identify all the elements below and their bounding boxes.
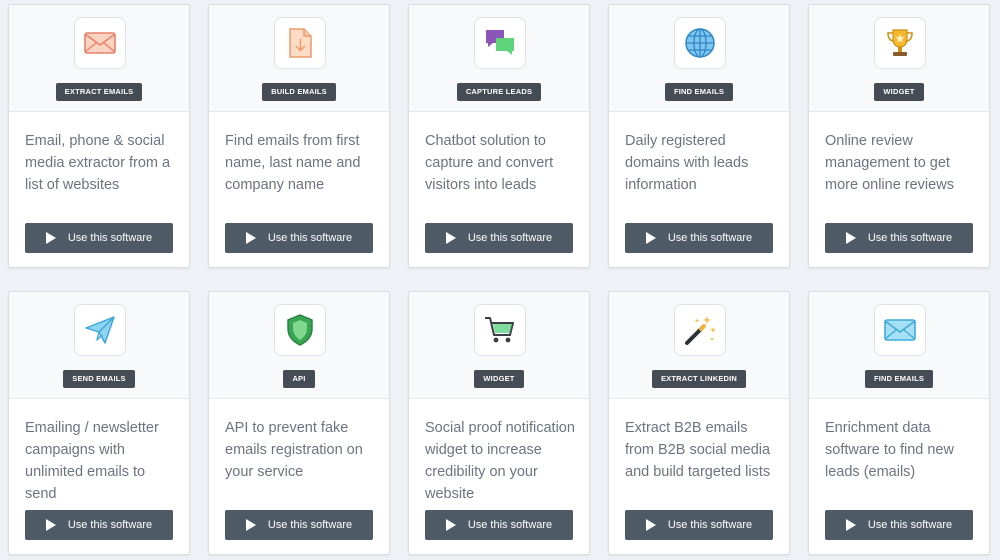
icon-box [674, 304, 726, 356]
category-badge: WIDGET [874, 83, 924, 101]
category-badge: CAPTURE LEADS [456, 83, 542, 101]
use-software-button[interactable]: Use this software [25, 510, 173, 540]
magic-wand-icon [685, 316, 716, 345]
software-card-capture-leads: CAPTURE LEADS Chatbot solution to captur… [408, 4, 590, 268]
category-badge: EXTRACT EMAILS [55, 83, 143, 101]
icon-box [674, 17, 726, 69]
play-icon [45, 232, 56, 244]
card-description: Email, phone & social media extractor fr… [25, 133, 171, 193]
software-card-send-emails: SEND EMAILS Emailing / newsletter campai… [8, 291, 190, 555]
card-description: Online review management to get more onl… [825, 133, 954, 193]
software-card-widget-reviews: WIDGET Online review management to get m… [808, 4, 990, 268]
button-label: Use this software [67, 232, 153, 244]
software-card-widget-social-proof: WIDGET Social proof notification widget … [408, 291, 590, 555]
card-description: Enrichment data software to find new lea… [825, 420, 954, 480]
card-description: Extract B2B emails from B2B social media… [625, 420, 771, 480]
card-description: Emailing / newsletter campaigns with unl… [25, 420, 159, 502]
button-label: Use this software [467, 519, 553, 531]
category-badge: FIND EMAILS [864, 370, 934, 388]
card-header: WIDGET [409, 292, 589, 399]
play-icon [445, 519, 456, 531]
card-header: EXTRACT LINKEDIN [609, 292, 789, 399]
chat-bubbles-icon [486, 30, 514, 55]
icon-box [874, 304, 926, 356]
play-icon [645, 519, 656, 531]
software-card-build-emails: BUILD EMAILS Find emails from first name… [208, 4, 390, 268]
software-card-api: API API to prevent fake emails registrat… [208, 291, 390, 555]
envelope-icon [84, 32, 116, 54]
use-software-button[interactable]: Use this software [625, 223, 773, 253]
button-label: Use this software [867, 519, 953, 531]
icon-box [274, 17, 326, 69]
button-label: Use this software [267, 519, 353, 531]
use-software-button[interactable]: Use this software [625, 510, 773, 540]
category-badge: FIND EMAILS [664, 83, 734, 101]
play-icon [245, 232, 256, 244]
software-card-extract-linkedin: EXTRACT LINKEDIN Extract B2B emails from… [608, 291, 790, 555]
card-description: API to prevent fake emails registration … [225, 420, 363, 480]
trophy-icon [887, 29, 913, 56]
use-software-button[interactable]: Use this software [425, 510, 573, 540]
card-description: Daily registered domains with leads info… [625, 133, 749, 193]
software-card-extract-emails: EXTRACT EMAILS Email, phone & social med… [8, 4, 190, 268]
card-header: EXTRACT EMAILS [9, 5, 189, 112]
use-software-button[interactable]: Use this software [825, 223, 973, 253]
document-download-icon [289, 28, 312, 58]
button-label: Use this software [267, 232, 353, 244]
use-software-button[interactable]: Use this software [225, 223, 373, 253]
card-description: Find emails from first name, last name a… [225, 133, 361, 193]
software-card-find-emails: FIND EMAILS Daily registered domains wit… [608, 4, 790, 268]
icon-box [474, 17, 526, 69]
play-icon [245, 519, 256, 531]
globe-icon [685, 28, 715, 58]
card-description: Chatbot solution to capture and convert … [425, 133, 554, 193]
shopping-cart-icon [485, 317, 514, 343]
category-badge: WIDGET [474, 370, 524, 388]
card-header: CAPTURE LEADS [409, 5, 589, 112]
play-icon [845, 519, 856, 531]
shield-icon [287, 314, 313, 346]
category-badge: SEND EMAILS [63, 370, 135, 388]
category-badge: EXTRACT LINKEDIN [651, 370, 747, 388]
play-icon [445, 232, 456, 244]
button-label: Use this software [667, 232, 753, 244]
icon-box [274, 304, 326, 356]
use-software-button[interactable]: Use this software [225, 510, 373, 540]
button-label: Use this software [867, 232, 953, 244]
card-header: SEND EMAILS [9, 292, 189, 399]
icon-box [874, 17, 926, 69]
button-label: Use this software [67, 519, 153, 531]
use-software-button[interactable]: Use this software [425, 223, 573, 253]
card-header: BUILD EMAILS [209, 5, 389, 112]
software-card-find-emails-enrichment: FIND EMAILS Enrichment data software to … [808, 291, 990, 555]
button-label: Use this software [667, 519, 753, 531]
icon-box [474, 304, 526, 356]
icon-box [74, 304, 126, 356]
play-icon [45, 519, 56, 531]
card-description: Social proof notification widget to incr… [425, 420, 575, 502]
category-badge: API [283, 370, 315, 388]
icon-box [74, 17, 126, 69]
paper-plane-icon [85, 316, 115, 344]
card-header: FIND EMAILS [609, 5, 789, 112]
envelope-blue-icon [884, 319, 916, 341]
play-icon [645, 232, 656, 244]
use-software-button[interactable]: Use this software [25, 223, 173, 253]
button-label: Use this software [467, 232, 553, 244]
card-header: FIND EMAILS [809, 292, 989, 399]
use-software-button[interactable]: Use this software [825, 510, 973, 540]
card-header: WIDGET [809, 5, 989, 112]
category-badge: BUILD EMAILS [262, 83, 336, 101]
card-header: API [209, 292, 389, 399]
play-icon [845, 232, 856, 244]
